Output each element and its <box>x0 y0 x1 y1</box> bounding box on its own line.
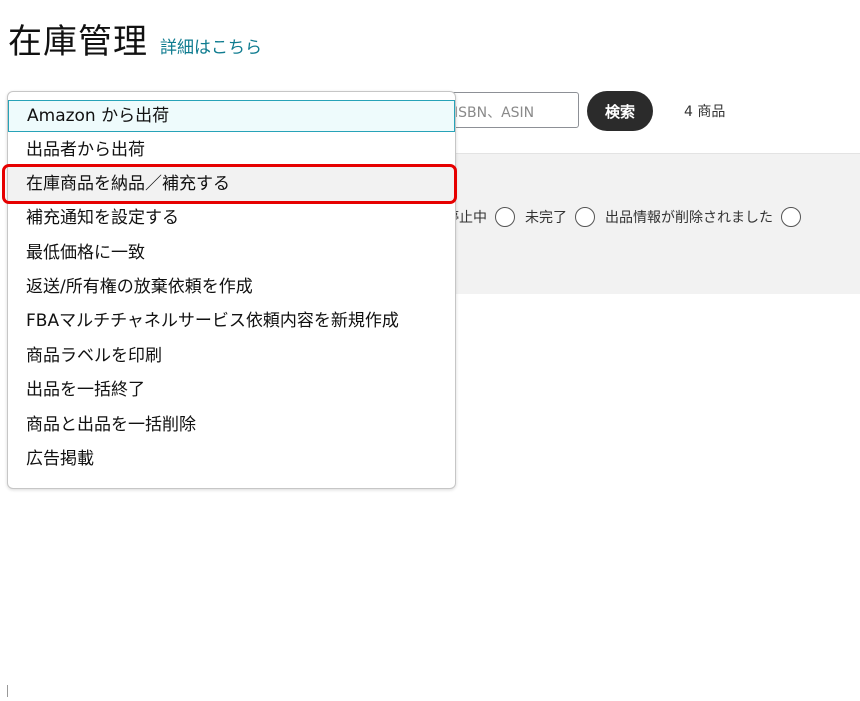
radio-next[interactable] <box>781 207 801 227</box>
menu-item-create-mcf-order[interactable]: FBAマルチチャネルサービス依頼内容を新規作成 <box>8 304 455 338</box>
filter-label-incomplete: 未完了 <box>525 210 567 226</box>
menu-item-match-low-price[interactable]: 最低価格に一致 <box>8 236 455 270</box>
menu-item-ship-from-amazon[interactable]: Amazon から出荷 <box>8 100 455 132</box>
search-input[interactable]: ISBN、ASIN <box>445 92 579 128</box>
page-title: 在庫管理 <box>8 22 148 62</box>
highlight-annotation <box>2 164 457 204</box>
menu-item-advertise[interactable]: 広告掲載 <box>8 442 455 476</box>
menu-item-create-removal-order[interactable]: 返送/所有権の放棄依頼を作成 <box>8 270 455 304</box>
radio-deleted[interactable] <box>575 207 595 227</box>
menu-item-set-restock-alert[interactable]: 補充通知を設定する <box>8 201 455 235</box>
menu-item-bulk-delete-products[interactable]: 商品と出品を一括削除 <box>8 408 455 442</box>
details-link[interactable]: 詳細はこちら <box>160 33 262 58</box>
status-filter-row: 停止中 未完了 出品情報が削除されました <box>445 207 811 227</box>
page-header: 在庫管理 詳細はこちら <box>8 14 262 63</box>
radio-incomplete[interactable] <box>495 207 515 227</box>
menu-item-ship-from-seller[interactable]: 出品者から出荷 <box>8 133 455 167</box>
search-button[interactable]: 検索 <box>587 91 653 131</box>
menu-item-bulk-close-listings[interactable]: 出品を一括終了 <box>8 373 455 407</box>
filter-label-deleted: 出品情報が削除されました <box>605 210 773 226</box>
menu-item-print-labels[interactable]: 商品ラベルを印刷 <box>8 339 455 373</box>
action-dropdown-menu: Amazon から出荷 出品者から出荷 在庫商品を納品／補充する 補充通知を設定… <box>7 91 456 489</box>
item-count: 4 商品 <box>684 104 726 120</box>
text-cursor-mark <box>7 685 8 697</box>
